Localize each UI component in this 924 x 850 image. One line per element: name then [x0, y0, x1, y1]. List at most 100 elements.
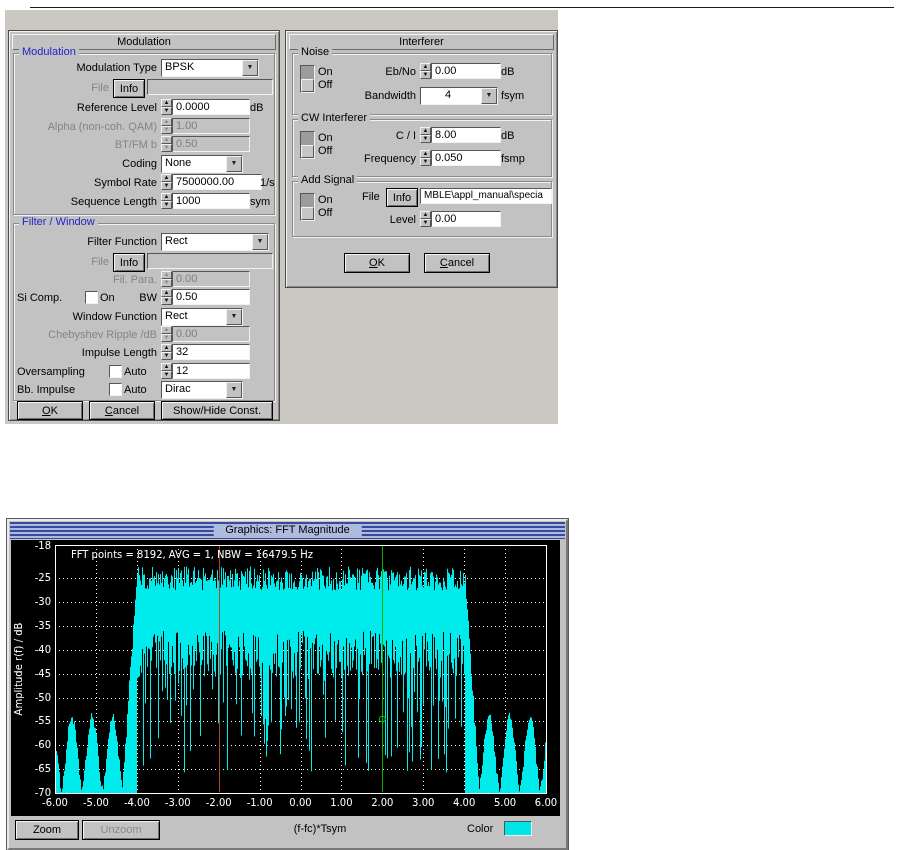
spin-up-icon: ▲: [161, 118, 172, 126]
dropdown-arrow-icon[interactable]: ▼: [226, 156, 242, 172]
dropdown-arrow-icon[interactable]: ▼: [481, 88, 497, 104]
spin-down-icon[interactable]: ▼: [161, 182, 172, 190]
spin-down-icon[interactable]: ▼: [161, 352, 172, 360]
ci-input[interactable]: 8.00: [431, 127, 501, 143]
ebno-input[interactable]: 0.00: [431, 63, 501, 79]
page-top-rule: [30, 7, 894, 8]
oversampling-input[interactable]: 12: [172, 363, 250, 379]
interferer-ok-button[interactable]: OK: [344, 253, 410, 273]
coding-label: Coding: [122, 158, 157, 170]
sequence-length-label: Sequence Length: [70, 196, 157, 208]
interferer-dialog-title: Interferer: [399, 36, 444, 48]
bb-impulse-auto-checkbox[interactable]: [109, 383, 122, 396]
sequence-length-unit: sym: [250, 196, 271, 208]
filter-file-label: File: [91, 256, 109, 268]
bandwidth-value: 4: [445, 89, 452, 101]
modulation-group-label: Modulation: [19, 47, 79, 58]
bandwidth-select[interactable]: 4 ▼: [420, 87, 498, 105]
mod-cancel-button[interactable]: Cancel: [89, 401, 155, 420]
add-signal-file-path-field[interactable]: MBLE\appl_manual\specia: [420, 188, 552, 204]
bb-impulse-value: Dirac: [165, 383, 191, 395]
modulation-type-select[interactable]: BPSK ▼: [161, 59, 259, 77]
ci-spinner[interactable]: ▲ ▼: [420, 127, 431, 143]
window-function-select[interactable]: Rect ▼: [161, 308, 243, 326]
graphics-titlebar[interactable]: Graphics: FFT Magnitude: [10, 522, 565, 539]
bb-impulse-select[interactable]: Dirac ▼: [161, 381, 243, 399]
interferer-cancel-button[interactable]: Cancel: [424, 253, 490, 273]
x-axis-label: (f-fc)*Tsym: [293, 823, 347, 835]
reference-level-input[interactable]: 0.0000: [172, 99, 250, 115]
impulse-length-spinner[interactable]: ▲ ▼: [161, 344, 172, 360]
show-hide-const-button[interactable]: Show/Hide Const.: [161, 401, 273, 420]
add-signal-level-input[interactable]: 0.00: [431, 211, 501, 227]
oversampling-label: Oversampling: [17, 366, 85, 378]
symbol-rate-input[interactable]: 7500000.00: [172, 174, 262, 190]
color-label: Color: [467, 823, 494, 835]
bw-input[interactable]: 0.50: [172, 289, 250, 305]
spin-up-icon[interactable]: ▲: [420, 127, 431, 135]
dropdown-arrow-icon[interactable]: ▼: [252, 234, 268, 250]
dropdown-arrow-icon[interactable]: ▼: [242, 60, 258, 76]
sequence-length-input[interactable]: 1000: [172, 193, 250, 209]
add-signal-on-off-toggle[interactable]: [300, 193, 315, 221]
reference-level-spinner[interactable]: ▲ ▼: [161, 99, 172, 115]
filter-parameter-label: Fil. Para.: [112, 274, 157, 286]
spin-down-icon[interactable]: ▼: [420, 135, 431, 143]
add-signal-info-button[interactable]: Info: [386, 188, 418, 207]
spin-up-icon[interactable]: ▲: [161, 193, 172, 201]
fft-plot-canvas[interactable]: [11, 540, 560, 816]
coding-select[interactable]: None ▼: [161, 155, 243, 173]
filter-file-info-button[interactable]: Info: [113, 253, 145, 272]
trace-color-swatch[interactable]: [504, 821, 532, 836]
mod-file-info-button[interactable]: Info: [113, 79, 145, 98]
cw-frequency-input[interactable]: 0.050: [431, 150, 501, 166]
spin-up-icon[interactable]: ▲: [161, 344, 172, 352]
ebno-spinner[interactable]: ▲ ▼: [420, 63, 431, 79]
spin-down-icon[interactable]: ▼: [161, 297, 172, 305]
bw-spinner[interactable]: ▲ ▼: [161, 289, 172, 305]
filter-function-select[interactable]: Rect ▼: [161, 233, 269, 251]
zoom-button[interactable]: Zoom: [15, 820, 79, 840]
mod-ok-button[interactable]: OK: [17, 401, 83, 420]
modulation-type-value: BPSK: [165, 61, 195, 73]
btfm-label: BT/FM b: [114, 139, 157, 151]
spin-up-icon[interactable]: ▲: [420, 211, 431, 219]
toggle-thumb[interactable]: [301, 145, 314, 158]
spin-down-icon[interactable]: ▼: [161, 107, 172, 115]
spin-up-icon[interactable]: ▲: [420, 150, 431, 158]
chebyshev-ripple-input: 0.00: [172, 326, 250, 342]
add-signal-group-label: Add Signal: [298, 175, 358, 186]
cw-on-off-toggle[interactable]: [300, 131, 315, 159]
spin-down-icon[interactable]: ▼: [161, 201, 172, 209]
spin-up-icon[interactable]: ▲: [420, 63, 431, 71]
spin-down-icon[interactable]: ▼: [420, 219, 431, 227]
spin-up-icon[interactable]: ▲: [161, 289, 172, 297]
symbol-rate-spinner[interactable]: ▲ ▼: [161, 174, 172, 190]
spin-down-icon[interactable]: ▼: [161, 371, 172, 379]
cw-frequency-spinner[interactable]: ▲ ▼: [420, 150, 431, 166]
spin-up-icon: ▲: [161, 326, 172, 334]
oversampling-auto-checkbox[interactable]: [109, 365, 122, 378]
dropdown-arrow-icon[interactable]: ▼: [226, 309, 242, 325]
spin-up-icon[interactable]: ▲: [161, 363, 172, 371]
interferer-dialog: Interferer Noise On Off Eb/No ▲ ▼ 0.00 dB…: [285, 30, 558, 288]
dropdown-arrow-icon[interactable]: ▼: [226, 382, 242, 398]
toggle-thumb[interactable]: [301, 207, 314, 220]
oversampling-spinner[interactable]: ▲ ▼: [161, 363, 172, 379]
impulse-length-input[interactable]: 32: [172, 344, 250, 360]
modulation-dialog: Modulation Modulation Modulation Type BP…: [8, 30, 280, 421]
spin-up-icon[interactable]: ▲: [161, 99, 172, 107]
add-signal-level-spinner[interactable]: ▲ ▼: [420, 211, 431, 227]
chebyshev-ripple-label: Chebyshev Ripple /dB: [48, 329, 157, 341]
spin-down-icon[interactable]: ▼: [420, 71, 431, 79]
spin-up-icon[interactable]: ▲: [161, 174, 172, 182]
spin-down-icon[interactable]: ▼: [420, 158, 431, 166]
spin-up-icon: ▲: [161, 271, 172, 279]
toggle-thumb[interactable]: [301, 79, 314, 92]
unzoom-button[interactable]: Unzoom: [82, 820, 160, 840]
sequence-length-spinner[interactable]: ▲ ▼: [161, 193, 172, 209]
filter-file-path-field: [147, 253, 273, 269]
graphics-window: Graphics: FFT Magnitude Zoom Unzoom (f-f…: [7, 519, 568, 850]
noise-on-off-toggle[interactable]: [300, 65, 315, 93]
si-comp-on-checkbox[interactable]: [85, 291, 98, 304]
